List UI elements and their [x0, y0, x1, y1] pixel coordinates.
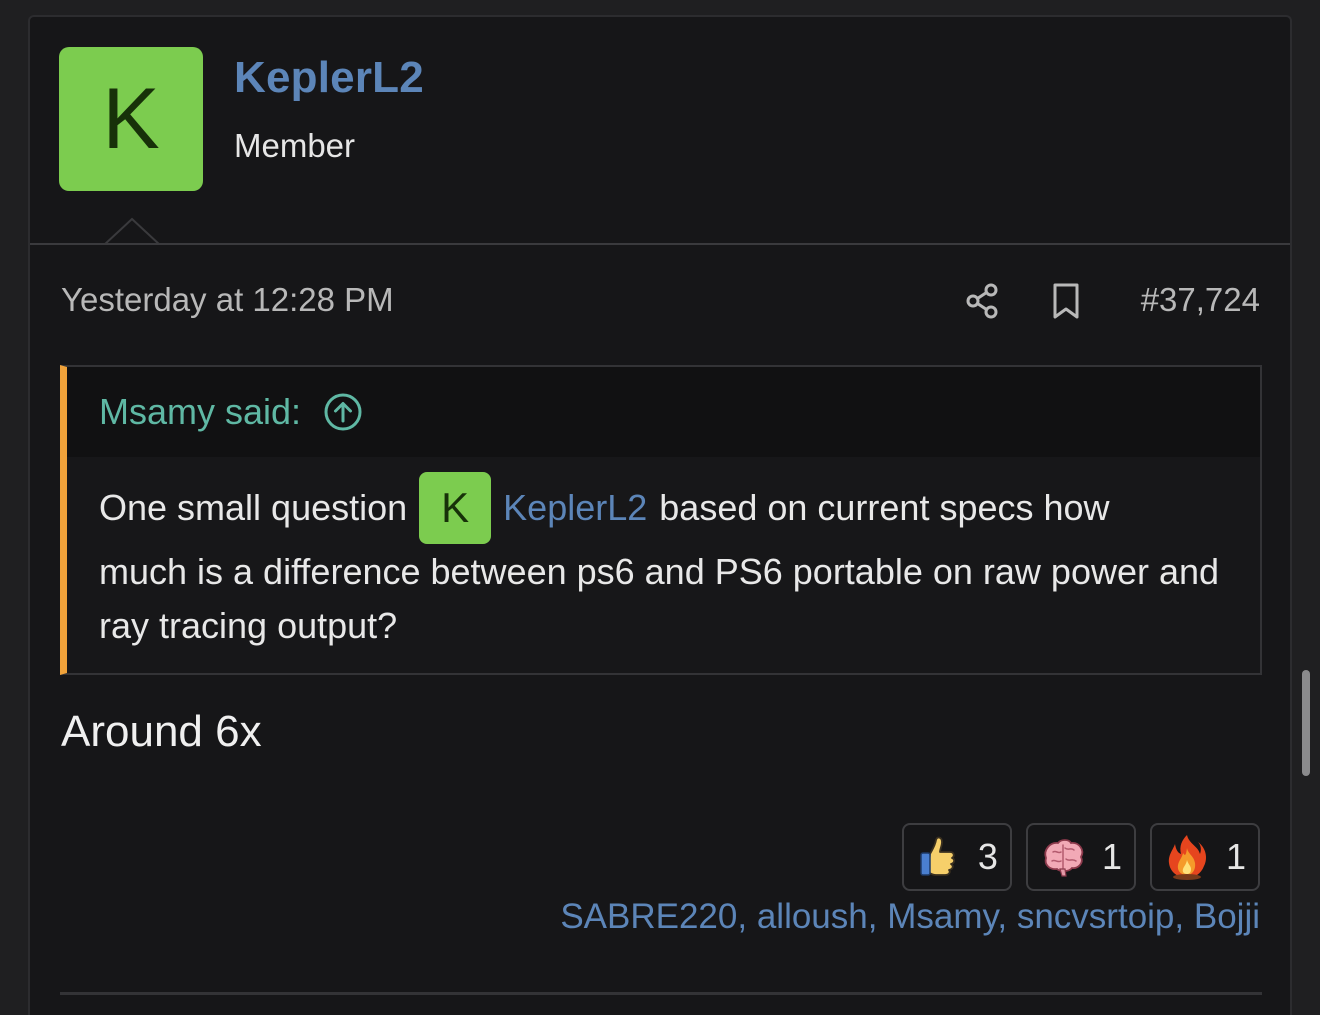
brain-icon [1044, 839, 1084, 877]
header-divider [30, 243, 1290, 245]
quote-body: One small question K KeplerL2 based on c… [99, 465, 1239, 653]
mention-avatar[interactable]: K [419, 472, 492, 544]
forum-post: K KeplerL2 Member Yesterday at 12:28 PM [28, 15, 1292, 1015]
reaction-thumbs-up[interactable]: 3 [901, 823, 1012, 891]
reactor-separator: , [867, 897, 888, 936]
user-title: Member [234, 127, 356, 164]
reactor-separator: , [997, 897, 1017, 936]
reaction-count: 1 [1101, 836, 1122, 877]
quote-text-after-mention: based on current specs how [659, 487, 1110, 528]
mention-link[interactable]: KeplerL2 [503, 481, 647, 535]
reactor-link[interactable]: sncvsrtoip [1017, 897, 1175, 936]
quote-header: Msamy said: [67, 367, 1260, 457]
username-link[interactable]: KeplerL2 [234, 53, 424, 103]
post-number-link[interactable]: #37,724 [1141, 281, 1260, 319]
fire-icon [1168, 835, 1206, 880]
quote-text-before-mention: One small question [99, 487, 408, 528]
quote-attribution-label[interactable]: Msamy said: [99, 391, 301, 433]
quote-text-rest: much is a difference between ps6 and PS6… [99, 551, 1220, 646]
post-timestamp[interactable]: Yesterday at 12:28 PM [61, 281, 394, 319]
reactor-link[interactable]: alloush [757, 897, 868, 936]
reaction-count: 3 [977, 836, 998, 877]
reaction-fire[interactable]: 1 [1149, 823, 1260, 891]
quote-attribution[interactable]: Msamy said: [99, 391, 363, 433]
thumbs-up-icon [920, 836, 955, 876]
quote-block: Msamy said: One small question K KeplerL… [60, 365, 1262, 675]
post-message: Around 6x [61, 707, 262, 756]
post-footer-divider [60, 992, 1262, 995]
reaction-bar: 3 1 1 [901, 823, 1260, 891]
avatar[interactable]: K [59, 47, 203, 191]
share-icon[interactable] [962, 281, 1002, 321]
quote-first-line: One small question K KeplerL2 based on c… [99, 465, 1239, 551]
reactor-link[interactable]: SABRE220 [560, 897, 737, 936]
jump-to-quote-icon[interactable] [323, 392, 363, 432]
header-caret [104, 217, 160, 245]
reaction-brain[interactable]: 1 [1025, 823, 1136, 891]
page: K KeplerL2 Member Yesterday at 12:28 PM [0, 0, 1320, 1015]
reactor-link[interactable]: Msamy [887, 897, 997, 936]
scrollbar-thumb[interactable] [1302, 670, 1310, 776]
post-user-header: K KeplerL2 Member [30, 17, 1290, 245]
reactor-separator: , [1174, 897, 1194, 936]
reaction-count: 1 [1225, 836, 1246, 877]
reactor-separator: , [737, 897, 757, 936]
bookmark-icon[interactable] [1048, 281, 1084, 321]
reactor-link[interactable]: Bojji [1194, 897, 1260, 936]
reactors-list: SABRE220, alloush, Msamy, sncvsrtoip, Bo… [560, 897, 1260, 937]
post-meta: Yesterday at 12:28 PM #37,724 [30, 277, 1290, 327]
